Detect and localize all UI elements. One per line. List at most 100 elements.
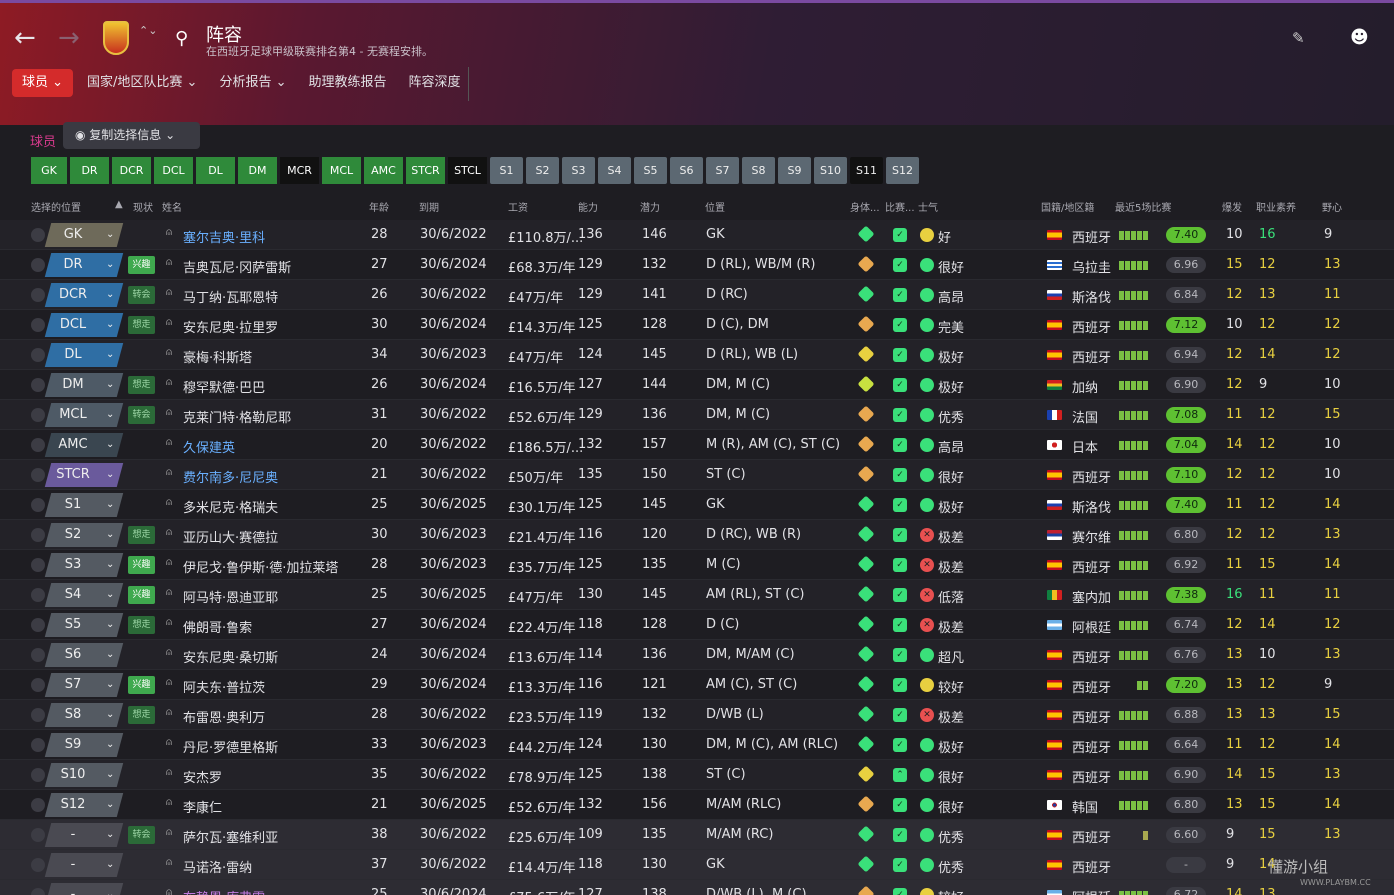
col-expiry[interactable]: 到期 bbox=[419, 199, 439, 214]
position-dropdown[interactable]: DCR ⌄ bbox=[44, 283, 124, 307]
player-name[interactable]: 安东尼奥·桑切斯 bbox=[183, 647, 278, 666]
player-name[interactable]: 佛朗哥·鲁索 bbox=[183, 617, 252, 636]
position-dropdown[interactable]: S1 ⌄ bbox=[44, 493, 124, 517]
position-dropdown[interactable]: S2 ⌄ bbox=[44, 523, 124, 547]
player-profile-icon[interactable]: ⍝ bbox=[166, 707, 172, 718]
player-profile-icon[interactable]: ⍝ bbox=[166, 587, 172, 598]
table-row[interactable]: GK ⌄ ⍝ 塞尔吉奥·里科 28 30/6/2022 £110.8万/... 136 146 G… bbox=[0, 220, 1394, 250]
player-name[interactable]: 安杰罗 bbox=[183, 767, 222, 786]
position-chip-s9[interactable]: S9 bbox=[778, 157, 811, 184]
player-profile-icon[interactable]: ⍝ bbox=[166, 557, 172, 568]
table-row[interactable]: S8 ⌄ 想走 ⍝ 布雷恩·奥利万 28 30/6/2022 £23.5万/年 119 132 D/… bbox=[0, 700, 1394, 730]
position-dropdown[interactable]: S3 ⌄ bbox=[44, 553, 124, 577]
table-row[interactable]: DL ⌄ ⍝ 豪梅·科斯塔 34 30/6/2023 £47万/年 124 145 D (RL),… bbox=[0, 340, 1394, 370]
player-profile-icon[interactable]: ⍝ bbox=[166, 647, 172, 658]
player-profile-icon[interactable]: ⍝ bbox=[166, 767, 172, 778]
table-row[interactable]: DM ⌄ 想走 ⍝ 穆罕默德·巴巴 26 30/6/2024 £16.5万/年 127 144 DM… bbox=[0, 370, 1394, 400]
player-name[interactable]: 阿夫东·普拉茨 bbox=[183, 677, 265, 696]
row-checkbox[interactable] bbox=[31, 258, 45, 272]
position-dropdown[interactable]: DCL ⌄ bbox=[44, 313, 124, 337]
status-badge[interactable]: 转会 bbox=[128, 406, 155, 424]
row-checkbox[interactable] bbox=[31, 828, 45, 842]
row-checkbox[interactable] bbox=[31, 558, 45, 572]
table-row[interactable]: DCL ⌄ 想走 ⍝ 安东尼奥·拉里罗 30 30/6/2024 £14.3万/年 125 128… bbox=[0, 310, 1394, 340]
row-checkbox[interactable] bbox=[31, 738, 45, 752]
player-name[interactable]: 费尔南多·尼尼奥 bbox=[183, 467, 278, 486]
position-dropdown[interactable]: DR ⌄ bbox=[44, 253, 124, 277]
search-icon[interactable]: ⚲ bbox=[175, 28, 188, 49]
player-name[interactable]: 马丁纳·瓦耶恩特 bbox=[183, 287, 278, 306]
player-name[interactable]: 塞尔吉奥·里科 bbox=[183, 227, 265, 246]
position-dropdown[interactable]: S5 ⌄ bbox=[44, 613, 124, 637]
player-name[interactable]: 伊尼戈·鲁伊斯·德·加拉莱塔 bbox=[183, 557, 338, 576]
row-checkbox[interactable] bbox=[31, 228, 45, 242]
table-row[interactable]: MCL ⌄ 转会 ⍝ 克莱门特·格勒尼耶 31 30/6/2022 £52.6万/年 129 13… bbox=[0, 400, 1394, 430]
col-nation[interactable]: 国籍/地区籍 bbox=[1041, 199, 1094, 214]
col-morale[interactable]: 士气 bbox=[918, 199, 938, 214]
player-name[interactable]: 安东尼奥·拉里罗 bbox=[183, 317, 278, 336]
table-row[interactable]: S12 ⌄ ⍝ 李康仁 21 30/6/2025 £52.6万/年 132 156 M/AM (R… bbox=[0, 790, 1394, 820]
row-checkbox[interactable] bbox=[31, 648, 45, 662]
back-arrow-icon[interactable]: ← bbox=[14, 25, 36, 51]
table-row[interactable]: S1 ⌄ ⍝ 多米尼克·格瑞夫 25 30/6/2025 £30.1万/年 125 145 GK ✓… bbox=[0, 490, 1394, 520]
position-chip-s2[interactable]: S2 bbox=[526, 157, 559, 184]
player-profile-icon[interactable]: ⍝ bbox=[166, 737, 172, 748]
row-checkbox[interactable] bbox=[31, 288, 45, 302]
table-row[interactable]: S2 ⌄ 想走 ⍝ 亚历山大·赛德拉 30 30/6/2023 £21.4万/年 116 120 D… bbox=[0, 520, 1394, 550]
col-name[interactable]: 姓名 bbox=[162, 199, 182, 214]
position-dropdown[interactable]: S8 ⌄ bbox=[44, 703, 124, 727]
position-chip-stcr[interactable]: STCR bbox=[406, 157, 445, 184]
row-checkbox[interactable] bbox=[31, 438, 45, 452]
player-name[interactable]: 丹尼·罗德里格斯 bbox=[183, 737, 278, 756]
tab-0[interactable]: 球员 ⌄ bbox=[12, 69, 74, 97]
position-dropdown[interactable]: STCR ⌄ bbox=[44, 463, 124, 487]
status-badge[interactable]: 兴趣 bbox=[128, 256, 155, 274]
row-checkbox[interactable] bbox=[31, 888, 45, 895]
table-row[interactable]: S3 ⌄ 兴趣 ⍝ 伊尼戈·鲁伊斯·德·加拉莱塔 28 30/6/2023 £35.7万/年 1… bbox=[0, 550, 1394, 580]
row-checkbox[interactable] bbox=[31, 618, 45, 632]
row-checkbox[interactable] bbox=[31, 768, 45, 782]
table-row[interactable]: -⌄⍝布赖恩·库弗雷2530/6/2024£75.6万/年127138D/WB … bbox=[0, 880, 1394, 895]
position-chip-mcr[interactable]: MCR bbox=[280, 157, 319, 184]
position-chip-s8[interactable]: S8 bbox=[742, 157, 775, 184]
col-professionalism[interactable]: 职业素养 bbox=[1256, 199, 1296, 214]
position-chip-amc[interactable]: AMC bbox=[364, 157, 403, 184]
position-chip-mcl[interactable]: MCL bbox=[322, 157, 361, 184]
position-dropdown[interactable]: S6 ⌄ bbox=[44, 643, 124, 667]
position-dropdown[interactable]: S10 ⌄ bbox=[44, 763, 124, 787]
col-body[interactable]: 身体... bbox=[850, 199, 880, 214]
status-badge[interactable]: 想走 bbox=[128, 526, 155, 544]
position-dropdown[interactable]: S7 ⌄ bbox=[44, 673, 124, 697]
row-checkbox[interactable] bbox=[31, 468, 45, 482]
player-profile-icon[interactable]: ⍝ bbox=[166, 437, 172, 448]
col-explosive[interactable]: 爆发 bbox=[1222, 199, 1242, 214]
player-profile-icon[interactable]: ⍝ bbox=[166, 347, 172, 358]
status-badge[interactable]: 兴趣 bbox=[128, 676, 155, 694]
row-checkbox[interactable] bbox=[31, 318, 45, 332]
col-age[interactable]: 年龄 bbox=[369, 199, 389, 214]
tab-2[interactable]: 分析报告 ⌄ bbox=[219, 69, 286, 97]
col-wage[interactable]: 工资 bbox=[508, 199, 528, 214]
player-name[interactable]: 克莱门特·格勒尼耶 bbox=[183, 407, 291, 426]
col-match[interactable]: 比赛... bbox=[885, 199, 915, 214]
table-row[interactable]: S6 ⌄ ⍝ 安东尼奥·桑切斯 24 30/6/2024 £13.6万/年 114 136 DM,… bbox=[0, 640, 1394, 670]
position-dropdown[interactable]: S4 ⌄ bbox=[44, 583, 124, 607]
position-dropdown[interactable]: - ⌄ bbox=[44, 883, 124, 895]
position-chip-dm[interactable]: DM bbox=[238, 157, 277, 184]
status-badge[interactable]: 想走 bbox=[128, 616, 155, 634]
position-dropdown[interactable]: - ⌄ bbox=[44, 823, 124, 847]
player-profile-icon[interactable]: ⍝ bbox=[166, 227, 172, 238]
col-ability[interactable]: 能力 bbox=[578, 199, 598, 214]
row-checkbox[interactable] bbox=[31, 528, 45, 542]
player-profile-icon[interactable]: ⍝ bbox=[166, 857, 172, 868]
player-name[interactable]: 阿马特·恩迪亚耶 bbox=[183, 587, 278, 606]
player-name[interactable]: 马诺洛·雷纳 bbox=[183, 857, 252, 876]
position-dropdown[interactable]: S9 ⌄ bbox=[44, 733, 124, 757]
position-chip-dcl[interactable]: DCL bbox=[154, 157, 193, 184]
row-checkbox[interactable] bbox=[31, 408, 45, 422]
table-row[interactable]: AMC ⌄ ⍝ 久保建英 20 30/6/2022 £186.5万/... 132 157 M (… bbox=[0, 430, 1394, 460]
position-chip-s3[interactable]: S3 bbox=[562, 157, 595, 184]
position-dropdown[interactable]: - ⌄ bbox=[44, 853, 124, 877]
row-checkbox[interactable] bbox=[31, 378, 45, 392]
row-checkbox[interactable] bbox=[31, 798, 45, 812]
